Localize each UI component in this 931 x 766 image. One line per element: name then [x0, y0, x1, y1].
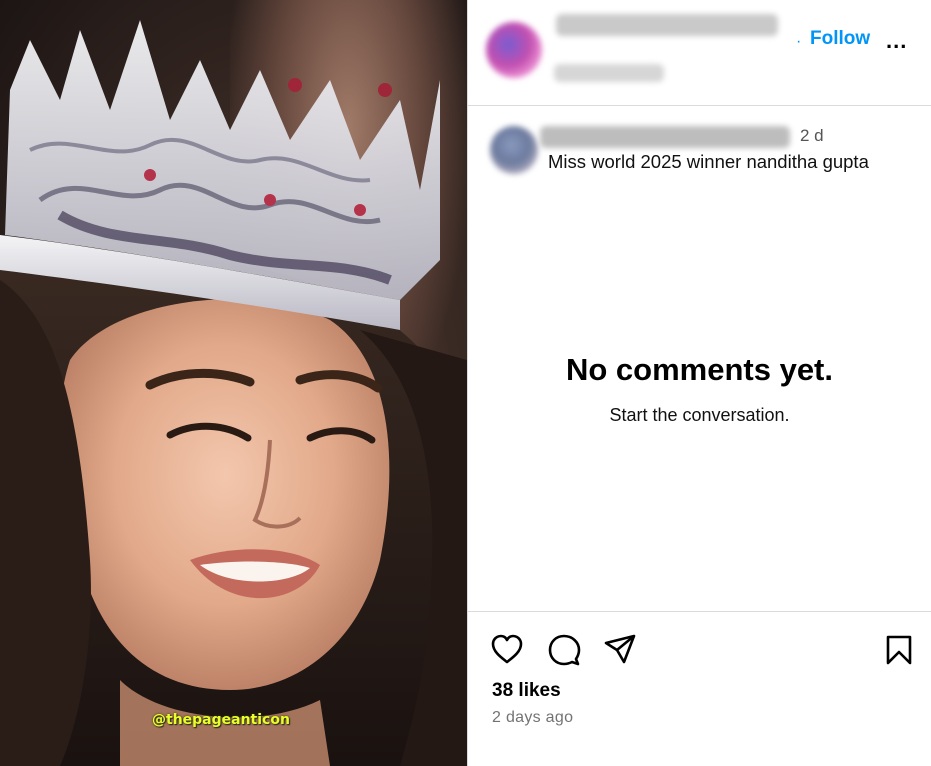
more-options-icon[interactable]: ... — [886, 28, 907, 54]
likes-count[interactable]: 38 likes — [492, 680, 561, 702]
post-sidebar: · Follow ... 2 d Miss world 2025 winner … — [468, 0, 931, 766]
bookmark-icon[interactable] — [885, 634, 913, 666]
comment-icon[interactable] — [547, 633, 581, 667]
commenter-avatar[interactable] — [490, 126, 538, 174]
heart-icon[interactable] — [490, 633, 524, 665]
post-header: · Follow ... — [468, 0, 931, 106]
follow-button[interactable]: Follow — [810, 28, 870, 50]
empty-comments-title: No comments yet. — [565, 352, 833, 387]
share-icon[interactable] — [603, 633, 637, 665]
author-location-redacted[interactable] — [554, 64, 664, 82]
post-image[interactable]: @thepageanticon — [0, 0, 467, 766]
empty-comments-subtitle: Start the conversation. — [609, 405, 790, 425]
watermark-text: @thepageanticon — [152, 712, 290, 728]
author-avatar[interactable] — [486, 22, 542, 78]
caption-timestamp[interactable]: 2 d — [800, 126, 824, 146]
action-bar: 38 likes 2 days ago — [468, 611, 931, 766]
follow-separator: · — [796, 33, 802, 50]
author-username-redacted[interactable] — [556, 14, 778, 36]
caption-text: Miss world 2025 winner nanditha gupta — [548, 151, 869, 172]
post-photo — [0, 20, 467, 766]
commenter-username-redacted[interactable] — [540, 126, 790, 148]
posted-time[interactable]: 2 days ago — [492, 709, 573, 727]
caption-comment: 2 d Miss world 2025 winner nanditha gupt… — [468, 106, 931, 196]
